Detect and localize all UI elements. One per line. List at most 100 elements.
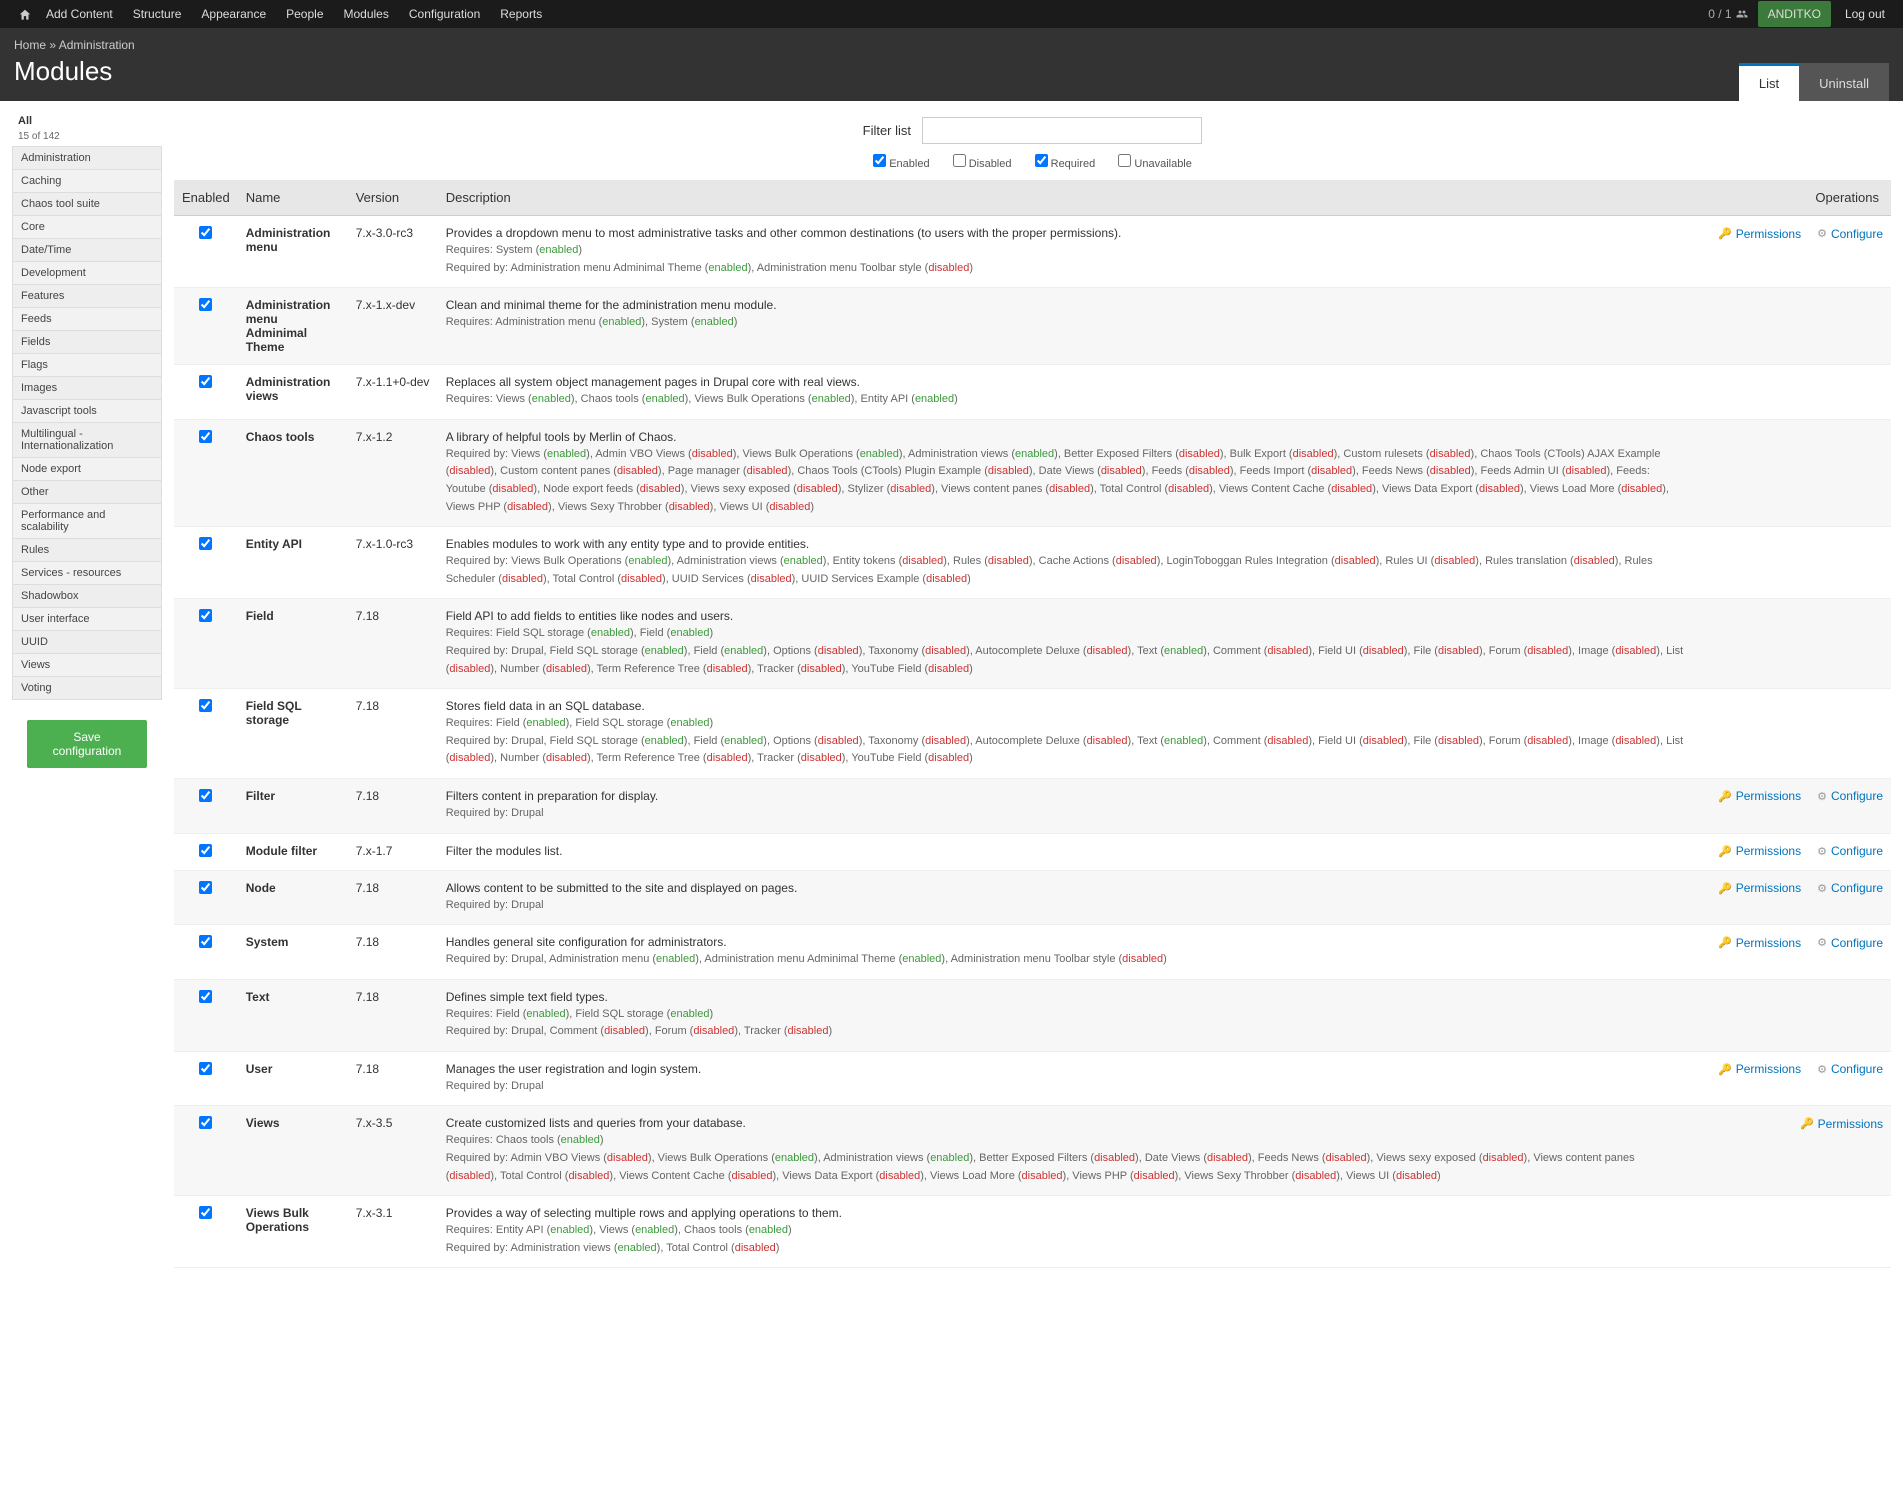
save-button[interactable]: Save configuration: [27, 720, 147, 768]
configure-link[interactable]: ⚙ Configure: [1817, 789, 1883, 803]
check-unavailable[interactable]: Unavailable: [1118, 158, 1192, 170]
admin-menu-item[interactable]: Modules: [334, 1, 399, 27]
sidebar-item[interactable]: Other: [12, 481, 162, 504]
admin-menu-item[interactable]: People: [276, 1, 333, 27]
module-enabled-checkbox[interactable]: [199, 1206, 212, 1219]
sidebar-item[interactable]: Javascript tools: [12, 400, 162, 423]
sidebar-item[interactable]: Shadowbox: [12, 585, 162, 608]
module-enabled-checkbox[interactable]: [199, 990, 212, 1003]
home-icon[interactable]: [8, 2, 32, 26]
configure-link[interactable]: ⚙ Configure: [1817, 881, 1883, 895]
sidebar-item[interactable]: Core: [12, 216, 162, 239]
sidebar-item[interactable]: Node export: [12, 458, 162, 481]
logout-link[interactable]: Log out: [1835, 1, 1895, 27]
table-row: Field SQL storage7.18Stores field data i…: [174, 689, 1891, 779]
module-enabled-checkbox[interactable]: [199, 935, 212, 948]
permissions-link[interactable]: 🔑 Permissions: [1800, 1117, 1883, 1131]
sidebar-item[interactable]: Voting: [12, 677, 162, 700]
content: All 15 of 142 AdministrationCachingChaos…: [0, 101, 1903, 1278]
admin-menu-item[interactable]: Structure: [123, 1, 192, 27]
module-operations: [1694, 527, 1891, 599]
module-enabled-checkbox[interactable]: [199, 537, 212, 550]
sidebar-item[interactable]: Administration: [12, 146, 162, 170]
sidebar-item[interactable]: User interface: [12, 608, 162, 631]
user-badge[interactable]: ANDITKO: [1758, 1, 1831, 27]
breadcrumb-home[interactable]: Home: [14, 38, 46, 52]
sidebar-all[interactable]: All: [12, 111, 162, 131]
configure-link[interactable]: ⚙ Configure: [1817, 936, 1883, 950]
module-version: 7.x-1.0-rc3: [348, 527, 438, 599]
gear-icon: ⚙: [1817, 936, 1827, 949]
check-required[interactable]: Required: [1035, 158, 1096, 170]
permissions-link[interactable]: 🔑 Permissions: [1718, 844, 1801, 858]
counter: 0 / 1: [1702, 7, 1753, 21]
configure-link[interactable]: ⚙ Configure: [1817, 844, 1883, 858]
module-description: Handles general site configuration for a…: [438, 925, 1694, 980]
sidebar-item[interactable]: Images: [12, 377, 162, 400]
admin-menu-left: Add ContentStructureAppearancePeopleModu…: [8, 1, 552, 27]
breadcrumb-current[interactable]: Administration: [59, 38, 135, 52]
tab-uninstall[interactable]: Uninstall: [1799, 63, 1889, 101]
module-enabled-checkbox[interactable]: [199, 1116, 212, 1129]
admin-menu-item[interactable]: Reports: [490, 1, 552, 27]
filter-bar: Filter list: [174, 111, 1891, 154]
sidebar-item[interactable]: Views: [12, 654, 162, 677]
sidebar-item[interactable]: Multilingual - Internationalization: [12, 423, 162, 458]
module-enabled-checkbox[interactable]: [199, 226, 212, 239]
module-description: Stores field data in an SQL database.Req…: [438, 689, 1694, 779]
admin-menu-item[interactable]: Add Content: [36, 1, 123, 27]
module-enabled-checkbox[interactable]: [199, 298, 212, 311]
module-operations: 🔑 Permissions ⚙ Configure: [1694, 925, 1891, 980]
module-enabled-checkbox[interactable]: [199, 375, 212, 388]
key-icon: 🔑: [1718, 1063, 1732, 1076]
tab-list[interactable]: List: [1739, 63, 1799, 101]
module-name: Filter: [238, 778, 348, 833]
module-enabled-checkbox[interactable]: [199, 881, 212, 894]
sidebar-item[interactable]: Chaos tool suite: [12, 193, 162, 216]
page-title: Modules: [14, 56, 135, 87]
sidebar-item[interactable]: Features: [12, 285, 162, 308]
sidebar-item[interactable]: Flags: [12, 354, 162, 377]
check-enabled[interactable]: Enabled: [873, 158, 929, 170]
module-operations: 🔑 Permissions: [1694, 1106, 1891, 1196]
filter-input[interactable]: [922, 117, 1202, 144]
module-enabled-checkbox[interactable]: [199, 430, 212, 443]
sidebar-item[interactable]: Rules: [12, 539, 162, 562]
module-enabled-checkbox[interactable]: [199, 699, 212, 712]
gear-icon: ⚙: [1817, 1063, 1827, 1076]
sidebar-item[interactable]: Feeds: [12, 308, 162, 331]
module-name: Chaos tools: [238, 419, 348, 526]
permissions-link[interactable]: 🔑 Permissions: [1718, 789, 1801, 803]
module-enabled-checkbox[interactable]: [199, 609, 212, 622]
key-icon: 🔑: [1718, 227, 1732, 240]
sidebar-item[interactable]: UUID: [12, 631, 162, 654]
check-disabled[interactable]: Disabled: [953, 158, 1012, 170]
module-description: Manages the user registration and login …: [438, 1051, 1694, 1106]
sidebar-item[interactable]: Services - resources: [12, 562, 162, 585]
configure-link[interactable]: ⚙ Configure: [1817, 1062, 1883, 1076]
permissions-link[interactable]: 🔑 Permissions: [1718, 936, 1801, 950]
permissions-link[interactable]: 🔑 Permissions: [1718, 881, 1801, 895]
module-name: Views: [238, 1106, 348, 1196]
sidebar-item[interactable]: Fields: [12, 331, 162, 354]
admin-menu-item[interactable]: Appearance: [191, 1, 276, 27]
module-operations: [1694, 599, 1891, 689]
module-operations: 🔑 Permissions ⚙ Configure: [1694, 1051, 1891, 1106]
filter-label: Filter list: [863, 123, 911, 138]
module-enabled-checkbox[interactable]: [199, 844, 212, 857]
sidebar-item[interactable]: Date/Time: [12, 239, 162, 262]
module-enabled-checkbox[interactable]: [199, 1062, 212, 1075]
module-name: Field SQL storage: [238, 689, 348, 779]
th-operations: Operations: [1694, 180, 1891, 216]
sidebar-item[interactable]: Caching: [12, 170, 162, 193]
sidebar-item[interactable]: Development: [12, 262, 162, 285]
admin-menu-item[interactable]: Configuration: [399, 1, 490, 27]
gear-icon: ⚙: [1817, 845, 1827, 858]
filter-checks: Enabled Disabled Required Unavailable: [174, 154, 1891, 170]
permissions-link[interactable]: 🔑 Permissions: [1718, 227, 1801, 241]
permissions-link[interactable]: 🔑 Permissions: [1718, 1062, 1801, 1076]
module-name: Administration menu Adminimal Theme: [238, 288, 348, 365]
sidebar-item[interactable]: Performance and scalability: [12, 504, 162, 539]
configure-link[interactable]: ⚙ Configure: [1817, 227, 1883, 241]
module-enabled-checkbox[interactable]: [199, 789, 212, 802]
